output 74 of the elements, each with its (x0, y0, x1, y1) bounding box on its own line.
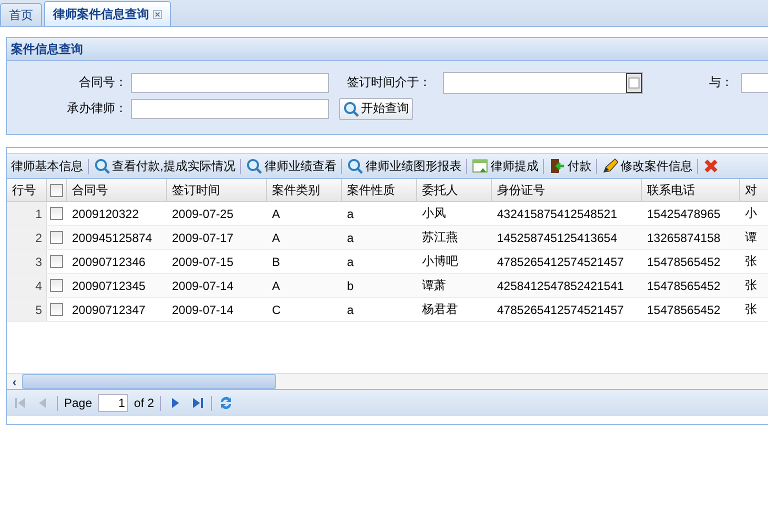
table-cell-text: 2009-07-14 (171, 302, 234, 318)
table-cell-text: 2009-07-15 (171, 254, 234, 270)
table-cell-text: 小博吧 (421, 253, 459, 270)
row-number: 5 (7, 298, 47, 321)
table-cell-text: 小风 (421, 205, 447, 222)
toolbar-button[interactable]: 律师提成 (470, 156, 540, 176)
table-cell-text: 432415875412548521 (496, 206, 618, 222)
row-number: 4 (7, 274, 47, 297)
column-header[interactable]: 签订时间 (167, 179, 267, 201)
table-cell-text: 4785265412574521457 (496, 302, 625, 318)
panel-title: 案件信息查询 (11, 40, 83, 58)
page-label: Page (64, 396, 92, 410)
table-cell-text: 13265874158 (646, 230, 722, 246)
toolbar-button[interactable]: 律师业绩查看 (244, 156, 338, 176)
table-cell-text: 15478565452 (646, 278, 722, 294)
table-cell-text: B (271, 254, 282, 270)
table-cell-text: 小 (744, 205, 758, 222)
table-cell-text: 2009-07-17 (171, 230, 234, 246)
table-cell-text: 杨君君 (421, 301, 459, 318)
column-header[interactable]: 联系电话 (642, 179, 740, 201)
column-header[interactable]: 案件类别 (267, 179, 342, 201)
row-number: 2 (7, 226, 47, 249)
table-cell-text: 15478565452 (646, 254, 722, 270)
table-cell-text: 4785265412574521457 (496, 254, 625, 270)
table-cell-text: A (271, 206, 282, 222)
search-button[interactable]: 开始查询 (339, 98, 413, 120)
table-cell-text: 谭 (744, 229, 758, 246)
toolbar-button[interactable]: 查看付款,提成实际情况 (92, 156, 238, 176)
row-number: 3 (7, 250, 47, 273)
toolbar-button[interactable]: 付款 (547, 156, 594, 176)
table-cell-text: 200945125874 (71, 230, 154, 246)
field-label: 与： (708, 74, 733, 91)
column-header[interactable]: 身份证号 (492, 179, 642, 201)
table-cell-text: 谭萧 (421, 277, 447, 294)
toolbar-button[interactable]: 律师基本信息 (9, 156, 85, 176)
toolbar-button[interactable]: 修改案件信息 (600, 156, 694, 176)
field-label: 承办律师： (66, 100, 127, 117)
table-cell-text: A (271, 230, 282, 246)
tab[interactable]: 首页 (0, 3, 42, 26)
table-cell-text: a (346, 206, 355, 222)
table-cell-text: 2009-07-14 (171, 278, 234, 294)
table-cell-text: 20090712346 (71, 254, 146, 270)
table-cell-text: 20090712345 (71, 278, 146, 294)
table-cell-text: C (271, 302, 282, 318)
column-header[interactable]: 行号 (7, 179, 47, 201)
table-cell-text: 张 (744, 301, 758, 318)
table-cell-text: a (346, 254, 355, 270)
column-header[interactable]: 合同号 (67, 179, 167, 201)
table-cell-text: 2009120322 (71, 206, 140, 222)
table-cell-text: b (346, 278, 355, 294)
field-label: 合同号： (78, 74, 127, 91)
table-cell-text: 张 (744, 277, 758, 294)
table-cell-text: 145258745125413654 (496, 230, 618, 246)
tab[interactable]: 律师案件信息查询 (44, 1, 171, 26)
table-cell-text: 15478565452 (646, 302, 722, 318)
table-cell-text: 4258412547852421541 (496, 278, 625, 294)
table-cell-text: 15425478965 (646, 206, 722, 222)
page-count: of 2 (134, 396, 154, 410)
table-cell-text: A (271, 278, 282, 294)
field-label: 签订时间介于： (347, 74, 432, 91)
toolbar-button[interactable]: 律师业绩图形报表 (345, 156, 464, 176)
horizontal-scrollbar[interactable]: ‹ (7, 373, 768, 389)
column-header[interactable]: 对 (740, 179, 768, 201)
table-cell-text: 2009-07-25 (171, 206, 234, 222)
table-cell-text: a (346, 230, 355, 246)
table-cell-text: a (346, 302, 355, 318)
table-cell-text: 20090712347 (71, 302, 146, 318)
row-number: 1 (7, 202, 47, 225)
table-cell-text: 苏江燕 (421, 229, 459, 246)
table-cell-text: 张 (744, 253, 758, 270)
scroll-left-arrow[interactable]: ‹ (7, 374, 22, 388)
page-field[interactable]: 1 (98, 394, 128, 412)
column-header[interactable]: 委托人 (417, 179, 492, 201)
column-header[interactable]: 案件性质 (342, 179, 417, 201)
